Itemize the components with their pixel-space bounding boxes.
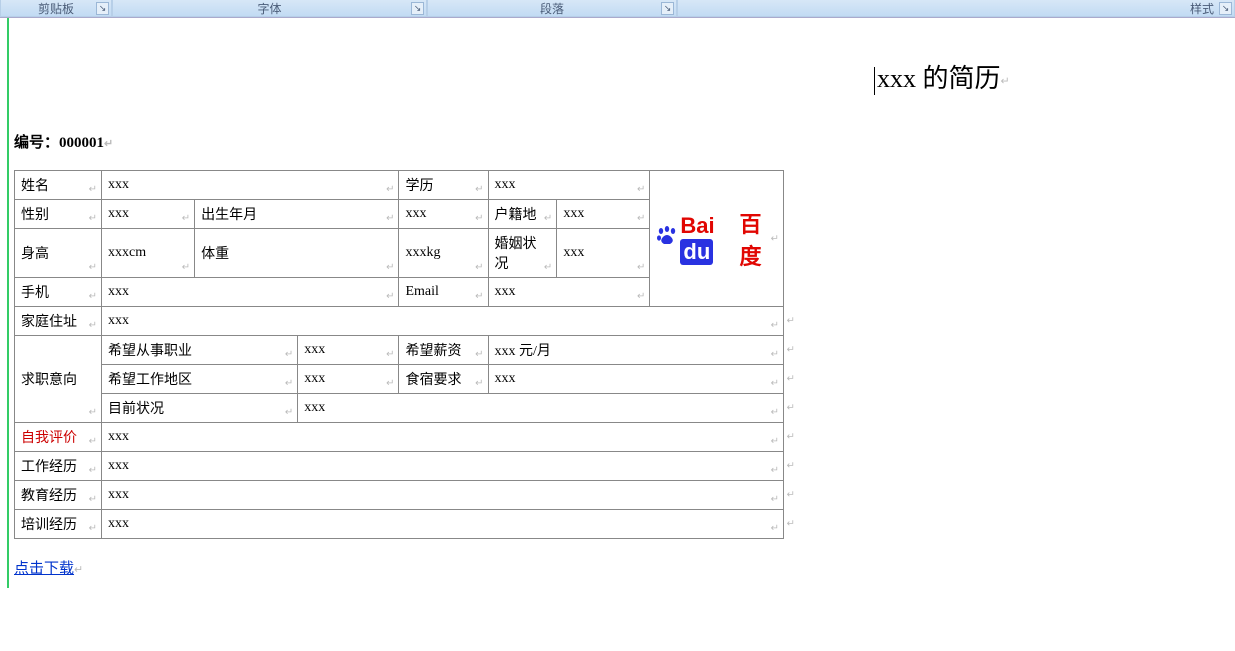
title-text: xxx 的简历 xyxy=(877,64,1001,93)
left-margin-guide xyxy=(7,18,9,588)
paragraph-mark-icon: ↵ xyxy=(1001,76,1010,88)
serial-label: 编号： xyxy=(14,135,59,151)
ribbon-group-paragraph[interactable]: 段落 ↘ xyxy=(427,0,677,17)
value-birth[interactable]: xxx↵ xyxy=(399,200,488,229)
ribbon-group-font[interactable]: 字体 ↘ xyxy=(112,0,427,17)
label-train-exp: 培训经历↵ xyxy=(15,510,102,539)
serial-number-line[interactable]: 编号：000001↵ xyxy=(14,131,1225,152)
resume-table[interactable]: 姓名↵ xxx↵ 学历↵ xxx↵ Baidu百度 xyxy=(14,170,784,539)
paw-icon xyxy=(656,225,678,247)
label-hukou: 户籍地↵ xyxy=(488,200,557,229)
ribbon-label-font: 字体 xyxy=(257,0,281,17)
table-row: 目前状况↵ xxx↵↵ xyxy=(15,394,784,423)
table-row: 培训经历↵ xxx↵↵ xyxy=(15,510,784,539)
value-edu-exp[interactable]: xxx↵↵ xyxy=(102,481,784,510)
table-row: 教育经历↵ xxx↵↵ xyxy=(15,481,784,510)
photo-cell[interactable]: Baidu百度 ↵ xyxy=(650,171,784,307)
value-cur-status[interactable]: xxx↵↵ xyxy=(298,394,784,423)
value-edu[interactable]: xxx↵ xyxy=(488,171,650,200)
value-phone[interactable]: xxx↵ xyxy=(102,278,399,307)
serial-value: 000001 xyxy=(59,135,104,151)
value-work-exp[interactable]: xxx↵↵ xyxy=(102,452,784,481)
text-cursor xyxy=(874,67,875,95)
dialog-launcher-icon[interactable]: ↘ xyxy=(1219,2,1232,15)
table-row: 求职意向↵ 希望从事职业↵ xxx↵ 希望薪资↵ xxx 元/月↵↵ xyxy=(15,336,784,365)
label-name: 姓名↵ xyxy=(15,171,102,200)
value-train-exp[interactable]: xxx↵↵ xyxy=(102,510,784,539)
ribbon-bar: 剪贴板 ↘ 字体 ↘ 段落 ↘ 样式 ↘ xyxy=(0,0,1235,18)
table-row: 姓名↵ xxx↵ 学历↵ xxx↵ Baidu百度 xyxy=(15,171,784,200)
label-cur-status: 目前状况↵ xyxy=(102,394,298,423)
label-gender: 性别↵ xyxy=(15,200,102,229)
label-email: Email↵ xyxy=(399,278,488,307)
download-link[interactable]: 点击下载 xyxy=(14,561,74,577)
dialog-launcher-icon[interactable]: ↘ xyxy=(411,2,424,15)
table-row: 自我评价↵ xxx↵↵ xyxy=(15,423,784,452)
label-desired-area: 希望工作地区↵ xyxy=(102,365,298,394)
value-gender[interactable]: xxx↵ xyxy=(102,200,195,229)
label-edu: 学历↵ xyxy=(399,171,488,200)
ribbon-label-paragraph: 段落 xyxy=(540,0,564,17)
label-desired-job: 希望从事职业↵ xyxy=(102,336,298,365)
label-job-intent: 求职意向↵ xyxy=(15,336,102,423)
ribbon-label-clipboard: 剪贴板 xyxy=(38,0,74,17)
label-board: 食宿要求↵ xyxy=(399,365,488,394)
value-desired-job[interactable]: xxx↵ xyxy=(298,336,399,365)
table-row: 工作经历↵ xxx↵↵ xyxy=(15,452,784,481)
download-line: 点击下载↵ xyxy=(14,557,1225,578)
value-hukou[interactable]: xxx↵ xyxy=(557,200,650,229)
value-addr[interactable]: xxx↵↵ xyxy=(102,307,784,336)
label-height: 身高↵ xyxy=(15,229,102,278)
dialog-launcher-icon[interactable]: ↘ xyxy=(96,2,109,15)
label-weight: 体重↵ xyxy=(195,229,399,278)
ribbon-group-clipboard[interactable]: 剪贴板 ↘ xyxy=(0,0,112,17)
ribbon-group-styles[interactable]: 样式 ↘ xyxy=(677,0,1235,17)
document-title[interactable]: xxx 的简历↵ xyxy=(874,58,1225,95)
label-marriage: 婚姻状况↵ xyxy=(488,229,557,278)
value-board[interactable]: xxx↵↵ xyxy=(488,365,783,394)
label-desired-salary: 希望薪资↵ xyxy=(399,336,488,365)
value-self-eval[interactable]: xxx↵↵ xyxy=(102,423,784,452)
ribbon-label-styles: 样式 xyxy=(1190,0,1214,17)
label-birth: 出生年月↵ xyxy=(195,200,399,229)
value-marriage[interactable]: xxx↵ xyxy=(557,229,650,278)
label-self-eval: 自我评价↵ xyxy=(15,423,102,452)
table-row: 希望工作地区↵ xxx↵ 食宿要求↵ xxx↵↵ xyxy=(15,365,784,394)
paragraph-mark-icon: ↵ xyxy=(74,564,83,576)
label-phone: 手机↵ xyxy=(15,278,102,307)
label-edu-exp: 教育经历↵ xyxy=(15,481,102,510)
value-email[interactable]: xxx↵ xyxy=(488,278,650,307)
baidu-logo: Baidu百度 xyxy=(656,175,777,302)
label-work-exp: 工作经历↵ xyxy=(15,452,102,481)
dialog-launcher-icon[interactable]: ↘ xyxy=(661,2,674,15)
value-height[interactable]: xxxcm↵ xyxy=(102,229,195,278)
value-name[interactable]: xxx↵ xyxy=(102,171,399,200)
value-weight[interactable]: xxxkg↵ xyxy=(399,229,488,278)
table-row: 家庭住址↵ xxx↵↵ xyxy=(15,307,784,336)
value-desired-salary[interactable]: xxx 元/月↵↵ xyxy=(488,336,783,365)
paragraph-mark-icon: ↵ xyxy=(104,138,113,150)
label-addr: 家庭住址↵ xyxy=(15,307,102,336)
value-desired-area[interactable]: xxx↵ xyxy=(298,365,399,394)
document-page[interactable]: xxx 的简历↵ 编号：000001↵ 姓名↵ xxx↵ 学历↵ xxx↵ xyxy=(0,18,1235,588)
